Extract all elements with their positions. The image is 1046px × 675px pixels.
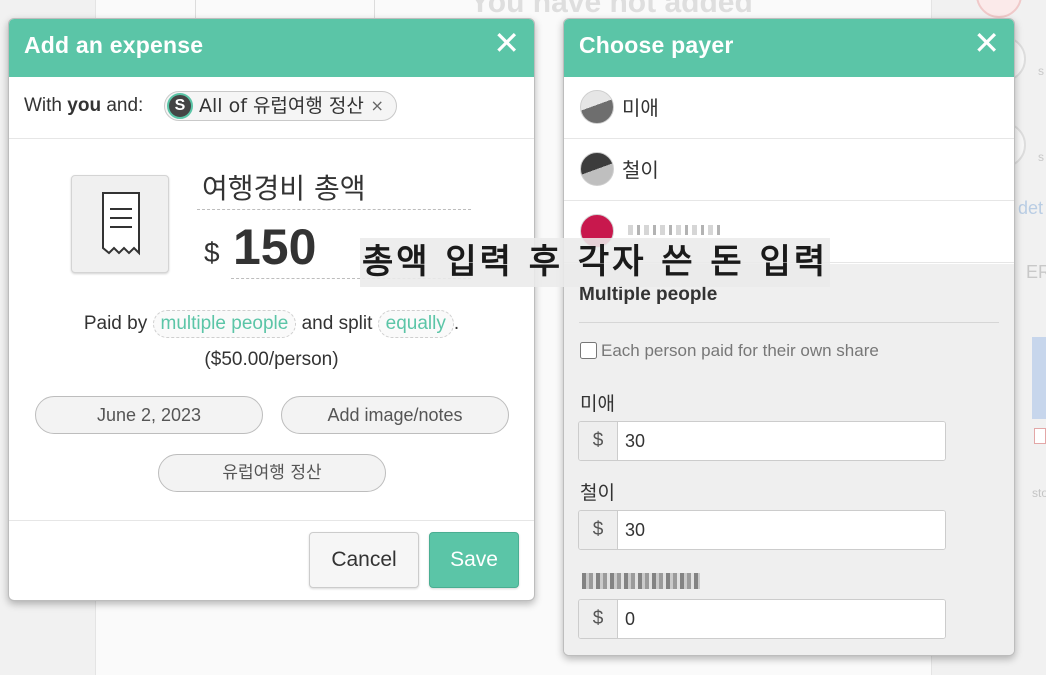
share-amount-input[interactable] <box>619 511 945 549</box>
add-expense-modal: Add an expense ✕ With you and: S All of … <box>8 18 535 601</box>
description-input[interactable] <box>197 164 471 210</box>
background-text: ERT <box>1026 262 1046 282</box>
close-icon[interactable]: ✕ <box>973 27 1000 59</box>
background-icon <box>1034 428 1046 444</box>
share-person-label: 철이 <box>580 482 615 504</box>
per-person-amount: ($50.00/person) <box>204 349 339 370</box>
date-button[interactable]: June 2, 2023 <box>35 396 263 434</box>
with-participants-row: With you and: S All of 유럽여행 정산 × <box>9 77 534 139</box>
payer-name: 미애 <box>622 96 659 120</box>
group-token[interactable]: S All of 유럽여행 정산 × <box>164 91 397 121</box>
share-amount-group: $ <box>578 510 946 550</box>
divider <box>579 322 999 323</box>
close-icon[interactable]: ✕ <box>493 27 520 59</box>
save-button[interactable]: Save <box>429 532 519 588</box>
group-avatar-icon: S <box>167 93 193 119</box>
background-text: s <box>1038 64 1044 78</box>
share-person-label: 미애 <box>580 393 615 415</box>
add-image-notes-button[interactable]: Add image/notes <box>281 396 509 434</box>
group-token-label: All of 유럽여행 정산 <box>199 95 364 117</box>
background-illustration <box>195 0 375 20</box>
multiple-people-panel: Multiple people Each person paid for the… <box>564 264 1014 655</box>
modal-header: Add an expense ✕ <box>9 19 534 77</box>
currency-addon: $ <box>579 600 618 638</box>
currency-addon: $ <box>579 422 618 460</box>
gray-avatar-icon <box>580 90 614 124</box>
receipt-icon[interactable] <box>71 175 169 273</box>
share-amount-input[interactable] <box>619 422 945 460</box>
paid-by-selector[interactable]: multiple people <box>152 310 297 338</box>
payer-option[interactable]: 미애 <box>564 77 1014 139</box>
group-button[interactable]: 유럽여행 정산 <box>158 454 386 492</box>
modal-title: Add an expense <box>24 32 204 58</box>
background-heading: You have not added <box>470 0 753 19</box>
remove-token-icon[interactable]: × <box>370 92 383 120</box>
share-amount-group: $ <box>578 421 946 461</box>
split-selector[interactable]: equally <box>377 310 454 338</box>
modal-footer-divider <box>9 520 534 521</box>
background-link: det <box>1018 198 1044 218</box>
share-amount-group: $ <box>578 599 946 639</box>
annotation-caption: 총액 입력 후 각자 쓴 돈 입력 <box>360 238 831 287</box>
currency-symbol: $ <box>204 237 220 268</box>
own-share-option[interactable]: Each person paid for their own share <box>580 341 879 361</box>
modal-header: Choose payer ✕ <box>564 19 1014 77</box>
with-label: With you and: <box>24 95 144 116</box>
payer-option[interactable]: 철이 <box>564 139 1014 201</box>
paid-by-line: Paid by multiple people and split equall… <box>9 310 534 338</box>
blurred-name <box>582 573 700 589</box>
background-text: ston <box>1032 486 1046 500</box>
share-amount-input[interactable] <box>619 600 945 638</box>
background-text: s <box>1038 150 1044 164</box>
own-share-checkbox[interactable] <box>580 342 597 359</box>
currency-addon: $ <box>579 511 618 549</box>
blurred-name <box>628 225 724 235</box>
background-chart-bar <box>1032 337 1046 419</box>
dark-avatar-icon <box>580 152 614 186</box>
multiple-people-title: Multiple people <box>579 284 718 305</box>
payer-name: 철이 <box>622 158 659 182</box>
modal-title: Choose payer <box>579 32 734 58</box>
choose-payer-modal: Choose payer ✕ 미애 철이 Multiple people Eac… <box>563 18 1015 656</box>
cancel-button[interactable]: Cancel <box>309 532 419 588</box>
